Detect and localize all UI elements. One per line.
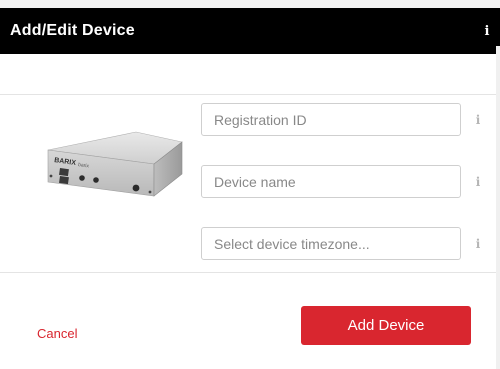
divider [0, 94, 500, 95]
registration-id-input[interactable] [202, 104, 460, 135]
divider [0, 272, 500, 273]
add-edit-device-dialog: Add/Edit Device i BARIX barix Registrati… [0, 8, 500, 369]
background-page [0, 0, 500, 8]
audio-jack [93, 177, 99, 183]
info-icon[interactable]: i [474, 113, 482, 127]
timezone-input[interactable] [202, 228, 460, 259]
add-device-button[interactable]: Add Device [301, 306, 471, 345]
registration-id-field[interactable] [201, 103, 461, 136]
usb-port [59, 175, 69, 185]
usb-port [59, 168, 69, 177]
power-jack [132, 184, 140, 192]
screw [49, 174, 53, 178]
info-icon[interactable]: i [474, 175, 482, 189]
device-name-input[interactable] [202, 166, 460, 197]
timezone-select[interactable] [201, 227, 461, 260]
dialog-title: Add/Edit Device [10, 22, 135, 39]
device-image: BARIX barix [47, 131, 183, 197]
scrollbar[interactable] [496, 46, 500, 369]
screw [148, 190, 152, 194]
cancel-button[interactable]: Cancel [37, 326, 77, 341]
device-name-field[interactable] [201, 165, 461, 198]
info-icon[interactable]: i [474, 237, 482, 251]
info-icon[interactable]: i [483, 24, 491, 40]
dialog-header: Add/Edit Device i [0, 8, 500, 54]
audio-jack [79, 175, 85, 181]
